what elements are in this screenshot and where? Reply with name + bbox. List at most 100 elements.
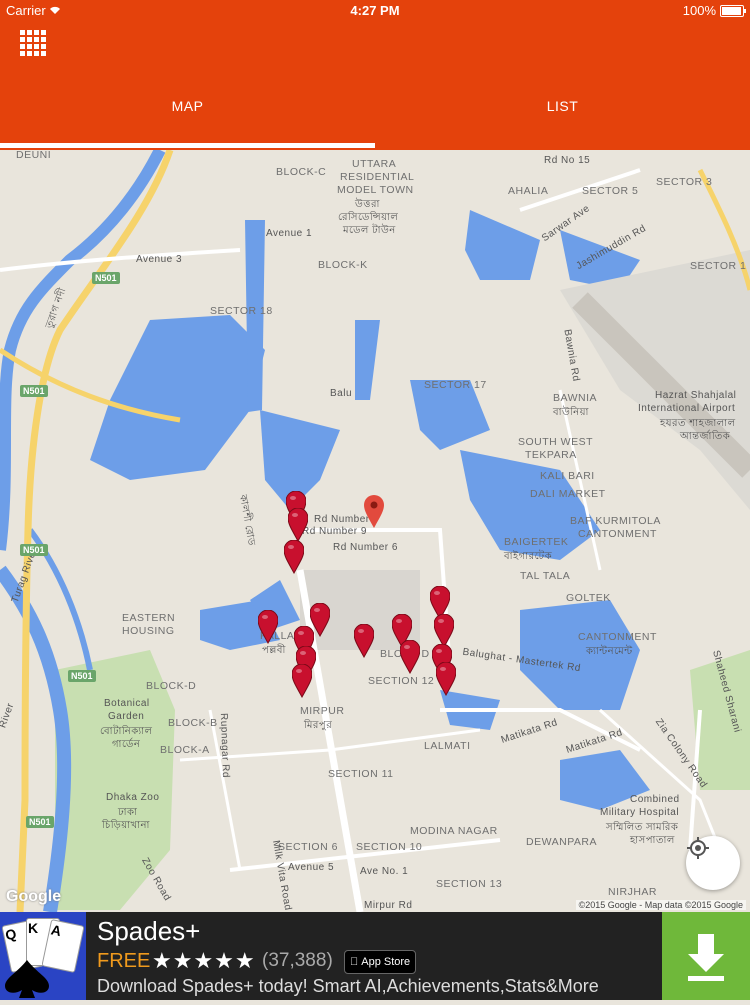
map-label: SECTION 11 [328,768,394,780]
map-label: পল্লবী [262,645,286,656]
map-label: Rd Number [314,514,370,525]
map-label: RESIDENTIAL [340,171,415,183]
map-label: Rd No 15 [544,155,591,166]
map-label: চিড়িয়াখানা [102,820,150,831]
road-shield: N501 [92,272,120,284]
my-location-icon [687,837,709,859]
map-label: BLOCK-A [160,744,210,756]
map-label: SECTION 6 [278,841,338,853]
map-marker-pin[interactable] [288,508,308,542]
map-label: BLOCK-C [276,166,327,178]
map-label: ক্যান্টনমেন্ট [586,646,633,657]
map-label: CANTONMENT [578,528,657,540]
map-label: EASTERN [122,612,176,624]
map-label: Garden [108,711,145,722]
map-label: SECTOR 17 [424,379,487,391]
map-label: SECTION 10 [356,841,423,853]
tab-map[interactable]: MAP [0,98,375,114]
map-label: গার্ডেন [112,739,141,750]
map-label: LALMATI [424,740,471,752]
app-store-badge:  App Store [344,950,417,974]
road-shield: N501 [68,670,96,682]
map-label: হাসপাতাল [630,835,675,846]
map-marker-pin[interactable] [292,664,312,698]
ad-app-name: Spades+ [97,916,201,946]
map-label: TAL TALA [520,570,571,582]
map-label: Rd Number 9 [302,526,367,537]
map-label: DEUNI [16,150,52,161]
map-label: Mirpur Rd [364,900,413,911]
map-label: International Airport [638,403,736,414]
map-label: Military Hospital [600,807,680,818]
map-marker-pin[interactable] [434,614,454,648]
map-label: NIRJHAR [608,886,658,898]
map-label: বাউনিয়া [553,407,589,418]
road-shield: N501 [20,385,48,397]
map-view[interactable]: DEUNI BLOCK-C UTTARA RESIDENTIAL MODEL T… [0,150,750,912]
map-label: BAIGERTEK [504,536,569,548]
map-label: DALI MARKET [530,488,606,500]
road-shield: N501 [20,544,48,556]
map-label: Avenue 3 [136,254,183,265]
spade-icon [5,960,49,998]
map-label: MODEL TOWN [337,184,414,196]
status-bar: Carrier 4:27 PM 100% [0,0,750,20]
rating-stars-icon: ★★★★★ [152,948,256,973]
map-label: Avenue 5 [288,862,335,873]
map-label: UTTARA [352,158,397,170]
map-label: SECTOR 5 [582,185,639,197]
current-location-pin[interactable] [364,495,384,529]
map-marker-pin[interactable] [436,662,456,696]
map-label: TEKPARA [525,449,577,461]
grid-menu-icon[interactable] [20,30,46,56]
map-label: Botanical [104,698,150,709]
map-label: KALI BARI [540,470,595,482]
clock: 4:27 PM [350,3,400,18]
map-marker-pin[interactable] [354,624,374,658]
tab-selected-indicator [0,143,375,148]
map-label: মিরপুর [304,720,333,731]
map-label: MODINA NAGAR [410,825,498,837]
battery-icon [720,4,746,17]
road-shield: N501 [26,816,54,828]
apple-icon:  [350,956,358,968]
map-label: Dhaka Zoo [106,792,160,803]
map-marker-pin[interactable] [400,640,420,674]
map-label: GOLTEK [566,592,611,604]
map-label: Ave No. 1 [360,866,409,877]
ad-description: Download Spades+ today! Smart AI,Achieve… [97,976,599,996]
map-label: Hazrat Shahjalal [655,390,737,401]
map-label: SECTOR 1 [690,260,747,272]
download-button[interactable] [662,912,750,1000]
rating-count: (37,388) [262,950,333,971]
map-label: SECTOR 3 [656,176,713,188]
map-label: Rd Number 6 [333,542,398,553]
map-label: Rupnagar Rd [217,712,232,779]
map-label: BAF KURMITOLA [570,515,661,527]
app-icon[interactable]: Q K A [0,912,86,1000]
map-label: BLOCK-K [318,259,368,271]
map-marker-pin[interactable] [284,540,304,574]
map-label: SOUTH WEST [518,436,593,448]
map-marker-pin[interactable] [258,610,278,644]
map-label: AHALIA [508,185,549,197]
google-logo: Google [6,888,62,905]
ad-price: FREE [97,950,151,972]
map-label: SECTION 12 [368,675,435,687]
map-label: SECTION 13 [436,878,503,890]
battery-indicator: 100% [683,3,746,18]
tab-list[interactable]: LIST [375,98,750,114]
map-label: CANTONMENT [578,631,657,643]
map-label: আন্তর্জাতিক [680,431,731,442]
download-arrow-icon [688,934,724,981]
app-bar: MAP LIST [0,20,750,150]
map-label: Avenue 1 [266,228,313,239]
map-label: BLOCK-B [168,717,218,729]
my-location-button[interactable] [686,836,740,890]
map-label: BAWNIA [553,392,598,404]
map-label: BLOCK-D [146,680,197,692]
ad-banner[interactable]: Q K A Spades+ FREE ★★★★★ (37,388)  App … [0,912,750,1000]
map-label: DEWANPARA [526,836,598,848]
map-label: HOUSING [122,625,175,637]
map-attribution: ©2015 Google - Map data ©2015 Google [575,900,746,910]
